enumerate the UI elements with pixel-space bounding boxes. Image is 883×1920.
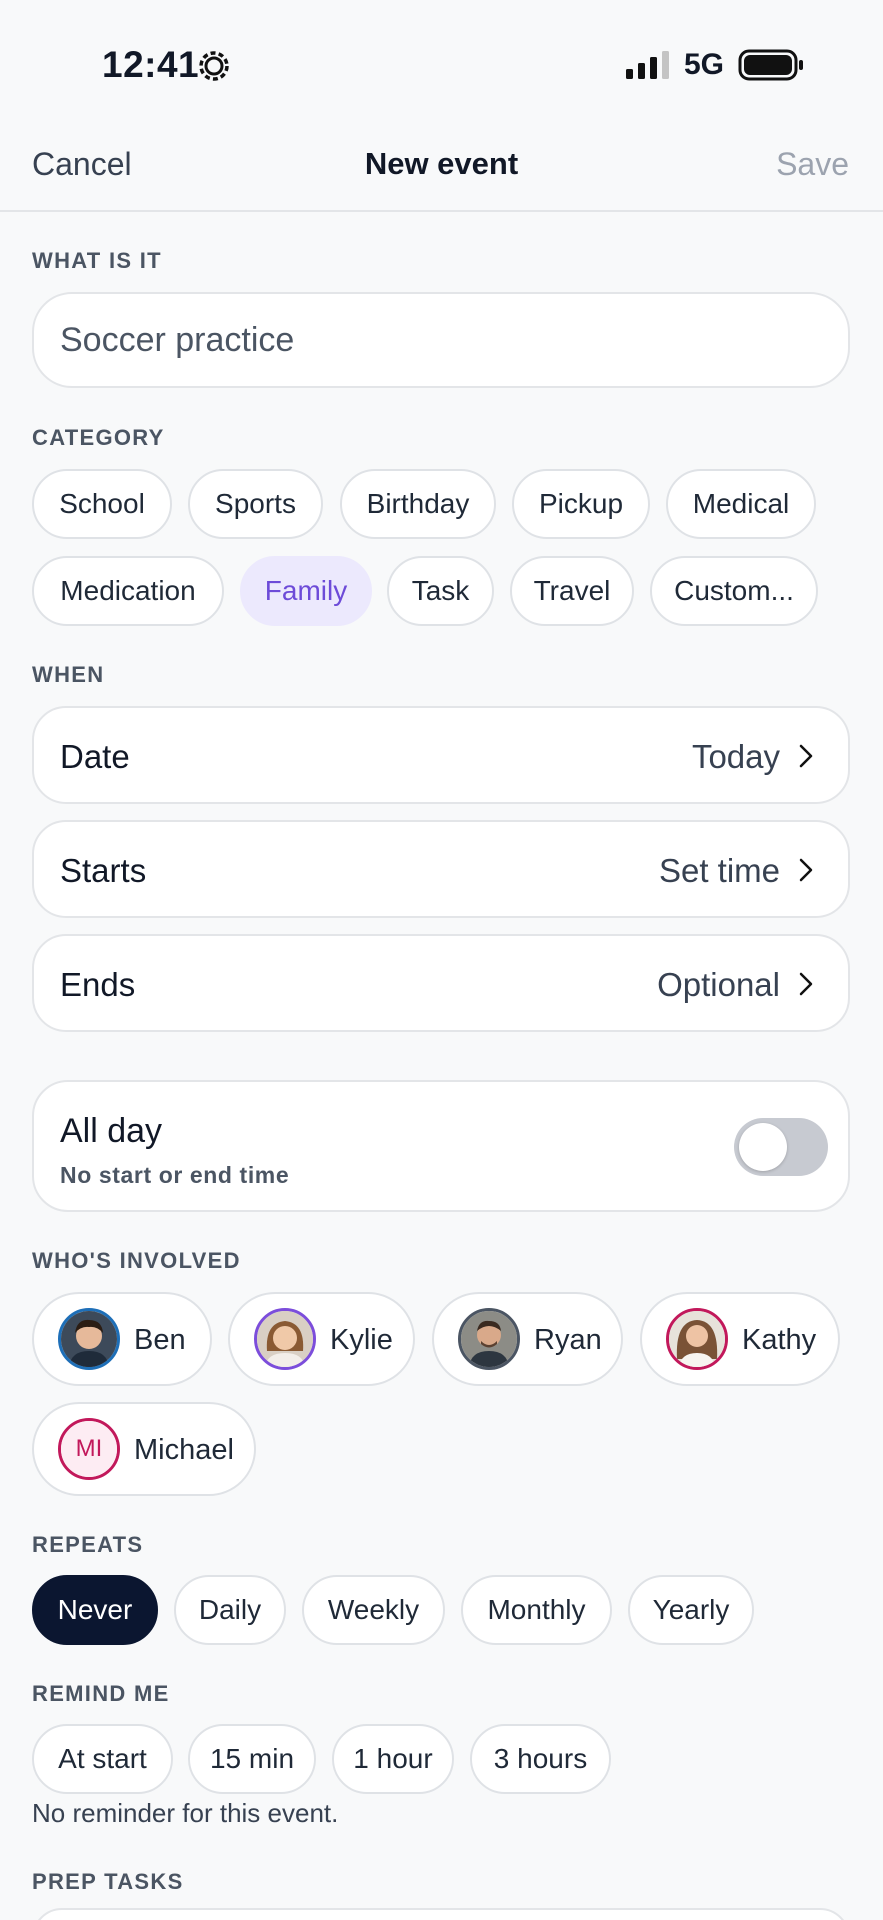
avatar-boy-icon <box>61 1311 117 1367</box>
chevron-right-icon <box>799 972 813 996</box>
event-title-input[interactable]: Soccer practice <box>32 292 850 388</box>
repeat-yearly[interactable]: Yearly <box>628 1575 754 1645</box>
avatar-woman-icon <box>669 1311 725 1367</box>
all-day-toggle[interactable] <box>734 1118 828 1176</box>
avatar <box>458 1308 520 1370</box>
category-chip-family[interactable]: Family <box>240 556 372 626</box>
battery-icon <box>738 49 803 81</box>
category-chip-birthday[interactable]: Birthday <box>340 469 496 539</box>
person-name: Ryan <box>534 1324 602 1356</box>
people-section-label: WHO'S INVOLVED <box>32 1248 241 1273</box>
avatar <box>254 1308 316 1370</box>
status-bar: 12:41 5G <box>0 0 883 120</box>
category-chip-travel[interactable]: Travel <box>510 556 634 626</box>
person-name: Kathy <box>742 1324 817 1356</box>
all-day-title: All day <box>60 1112 163 1150</box>
prep-tasks-card[interactable] <box>32 1908 850 1920</box>
network-label: 5G <box>684 48 725 81</box>
repeat-monthly[interactable]: Monthly <box>461 1575 612 1645</box>
avatar <box>58 1308 120 1370</box>
remind-1-hour[interactable]: 1 hour <box>332 1724 454 1794</box>
repeat-weekly[interactable]: Weekly <box>302 1575 445 1645</box>
starts-value: Set time <box>658 852 780 889</box>
ends-row[interactable]: Ends Optional <box>32 934 850 1032</box>
category-chip-task[interactable]: Task <box>387 556 494 626</box>
page-title: New event <box>364 146 519 181</box>
starts-row[interactable]: Starts Set time <box>32 820 850 918</box>
person-name: Michael <box>134 1434 234 1466</box>
save-button[interactable]: Save <box>776 146 849 183</box>
category-section-label: CATEGORY <box>32 425 165 450</box>
repeat-never[interactable]: Never <box>32 1575 158 1645</box>
starts-label: Starts <box>60 852 147 889</box>
remind-at-start[interactable]: At start <box>32 1724 173 1794</box>
remind-section-label: REMIND ME <box>32 1681 170 1706</box>
category-chip-school[interactable]: School <box>32 469 172 539</box>
avatar: MI <box>58 1418 120 1480</box>
category-chip-pickup[interactable]: Pickup <box>512 469 650 539</box>
gear-icon <box>199 51 229 81</box>
person-name: Ben <box>134 1324 186 1356</box>
date-label: Date <box>60 738 130 775</box>
repeats-section-label: REPEATS <box>32 1532 144 1557</box>
person-name: Kylie <box>330 1324 393 1356</box>
cancel-button[interactable]: Cancel <box>32 146 132 183</box>
avatar-girl-icon <box>257 1311 313 1367</box>
toggle-knob <box>739 1123 787 1171</box>
all-day-row: All day No start or end time <box>32 1080 850 1212</box>
chevron-right-icon <box>799 744 813 768</box>
signal-icon <box>626 51 669 79</box>
date-value: Today <box>691 738 780 775</box>
date-row[interactable]: Date Today <box>32 706 850 804</box>
status-time: 12:41 <box>102 44 200 85</box>
when-section-label: WHEN <box>32 662 105 687</box>
remind-15-min[interactable]: 15 min <box>188 1724 316 1794</box>
person-chip-kylie[interactable]: Kylie <box>228 1292 415 1386</box>
all-day-subtitle: No start or end time <box>60 1162 290 1188</box>
person-chip-kathy[interactable]: Kathy <box>640 1292 840 1386</box>
category-chip-medication[interactable]: Medication <box>32 556 224 626</box>
category-chip-sports[interactable]: Sports <box>188 469 323 539</box>
repeat-daily[interactable]: Daily <box>174 1575 286 1645</box>
chevron-right-icon <box>799 858 813 882</box>
person-chip-ryan[interactable]: Ryan <box>432 1292 623 1386</box>
remind-note: No reminder for this event. <box>32 1798 339 1828</box>
what-section-label: WHAT IS IT <box>32 248 162 273</box>
person-chip-michael[interactable]: MI Michael <box>32 1402 256 1496</box>
remind-3-hours[interactable]: 3 hours <box>470 1724 611 1794</box>
nav-bar: Cancel New event Save <box>0 120 883 212</box>
ends-label: Ends <box>60 966 136 1003</box>
category-chip-medical[interactable]: Medical <box>666 469 816 539</box>
prep-section-label: PREP TASKS <box>32 1869 184 1894</box>
ends-value: Optional <box>657 966 780 1003</box>
avatar-man-icon <box>461 1311 517 1367</box>
category-chip-custom[interactable]: Custom... <box>650 556 818 626</box>
avatar <box>666 1308 728 1370</box>
person-chip-ben[interactable]: Ben <box>32 1292 212 1386</box>
avatar-initials: MI <box>61 1421 117 1477</box>
